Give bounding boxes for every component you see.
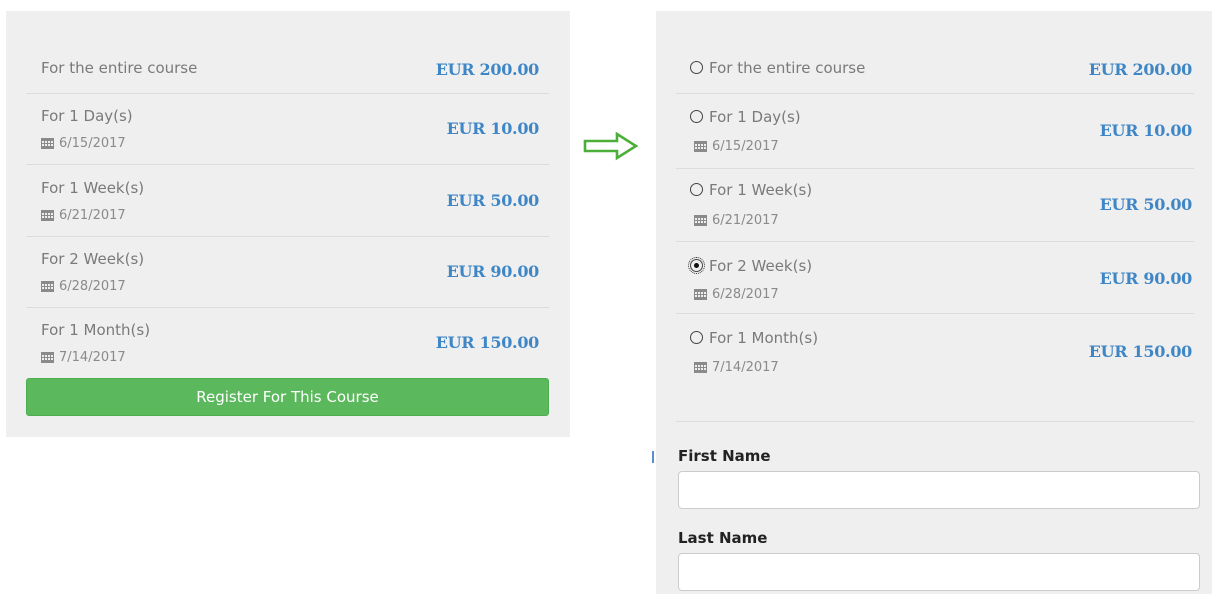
last-name-label: Last Name	[678, 529, 768, 547]
price-option-date-text: 6/15/2017	[712, 139, 779, 154]
price-option-date-text: 7/14/2017	[59, 350, 126, 365]
price-option-1-day: For 1 Day(s) 6/15/2017 EUR 10.00	[41, 107, 539, 153]
price-option-date-text: 6/15/2017	[59, 136, 126, 151]
price-option-label: For 1 Day(s)	[41, 107, 133, 125]
calendar-icon	[41, 210, 54, 221]
price-option-label-text: For the entire course	[709, 59, 866, 77]
register-course-button[interactable]: Register For This Course	[26, 378, 549, 416]
price-option-entire-course: For the entire course EUR 200.00	[41, 59, 539, 89]
price-option-price: EUR 150.00	[435, 333, 540, 352]
divider	[676, 421, 1194, 422]
price-option-date: 7/14/2017	[694, 360, 779, 375]
last-name-input[interactable]	[678, 553, 1200, 591]
divider	[676, 241, 1194, 242]
price-option-radio[interactable]	[690, 110, 703, 123]
price-option-date: 6/15/2017	[41, 136, 126, 151]
price-option-label[interactable]: For 1 Day(s)	[690, 108, 801, 126]
calendar-icon	[694, 141, 707, 152]
price-option-price: EUR 200.00	[1088, 60, 1193, 79]
divider	[676, 313, 1194, 314]
price-option-label-text: For 1 Day(s)	[709, 108, 801, 126]
price-option-date: 6/28/2017	[41, 279, 126, 294]
arrow-right-icon	[583, 131, 639, 165]
price-option-price: EUR 50.00	[446, 191, 540, 210]
price-option-2-weeks: For 2 Week(s) 6/28/2017 EUR 90.00	[41, 250, 539, 296]
price-option-label-text: For 1 Month(s)	[709, 329, 819, 347]
divider	[676, 168, 1194, 169]
price-option-label: For 1 Week(s)	[41, 179, 145, 197]
divider	[26, 93, 549, 94]
price-option-2-weeks[interactable]: For 2 Week(s) 6/28/2017 EUR 90.00	[688, 257, 1193, 303]
first-name-input[interactable]	[678, 471, 1200, 509]
price-option-price: EUR 200.00	[435, 60, 540, 79]
price-option-date-text: 6/28/2017	[59, 279, 126, 294]
price-option-1-week: For 1 Week(s) 6/21/2017 EUR 50.00	[41, 179, 539, 225]
price-option-date: 6/15/2017	[694, 139, 779, 154]
price-option-1-day[interactable]: For 1 Day(s) 6/15/2017 EUR 10.00	[690, 108, 1192, 154]
divider	[676, 93, 1194, 94]
calendar-icon	[694, 215, 707, 226]
price-option-1-week[interactable]: For 1 Week(s) 6/21/2017 EUR 50.00	[690, 181, 1193, 228]
price-option-label[interactable]: For 2 Week(s)	[688, 257, 813, 275]
price-option-label[interactable]: For the entire course	[690, 59, 865, 77]
price-option-label: For 1 Month(s)	[41, 321, 151, 339]
price-option-date-text: 6/21/2017	[712, 213, 779, 228]
price-option-label[interactable]: For 1 Month(s)	[690, 329, 818, 347]
calendar-icon	[41, 352, 54, 363]
price-option-1-month[interactable]: For 1 Month(s) 7/14/2017 EUR 150.00	[690, 329, 1192, 375]
calendar-icon	[694, 362, 707, 373]
price-option-date: 6/21/2017	[694, 213, 779, 228]
price-option-label: For the entire course	[41, 59, 198, 77]
price-option-date-text: 6/28/2017	[712, 287, 779, 302]
price-option-date: 6/21/2017	[41, 208, 126, 223]
price-option-date: 7/14/2017	[41, 350, 126, 365]
price-option-label-text: For 2 Week(s)	[709, 257, 813, 275]
price-option-price: EUR 10.00	[446, 119, 540, 138]
divider	[26, 307, 549, 308]
pricing-options-panel-before: For the entire course EUR 200.00 For 1 D…	[6, 11, 570, 437]
pricing-options-panel-after: For the entire course EUR 200.00 For 1 D…	[656, 11, 1212, 594]
first-name-label: First Name	[678, 447, 771, 465]
price-option-label-text: For 1 Week(s)	[709, 181, 813, 199]
price-option-label[interactable]: For 1 Week(s)	[690, 181, 812, 199]
divider	[26, 164, 549, 165]
price-option-date: 6/28/2017	[694, 287, 779, 302]
price-option-price: EUR 150.00	[1088, 342, 1193, 361]
calendar-icon	[41, 138, 54, 149]
price-option-1-month: For 1 Month(s) 7/14/2017 EUR 150.00	[41, 321, 539, 367]
price-option-price: EUR 50.00	[1099, 195, 1193, 214]
price-option-price: EUR 10.00	[1099, 121, 1193, 140]
price-option-radio[interactable]	[690, 61, 703, 74]
price-option-price: EUR 90.00	[446, 262, 540, 281]
price-option-radio-selected[interactable]	[688, 257, 705, 274]
divider	[26, 236, 549, 237]
calendar-icon	[41, 281, 54, 292]
price-option-radio[interactable]	[690, 183, 703, 196]
calendar-icon	[694, 289, 707, 300]
cursor-mark	[652, 451, 654, 463]
price-option-radio[interactable]	[690, 331, 703, 344]
price-option-price: EUR 90.00	[1099, 269, 1193, 288]
price-option-date-text: 6/21/2017	[59, 208, 126, 223]
price-option-entire-course[interactable]: For the entire course EUR 200.00	[690, 59, 1192, 89]
price-option-label: For 2 Week(s)	[41, 250, 145, 268]
price-option-date-text: 7/14/2017	[712, 360, 779, 375]
